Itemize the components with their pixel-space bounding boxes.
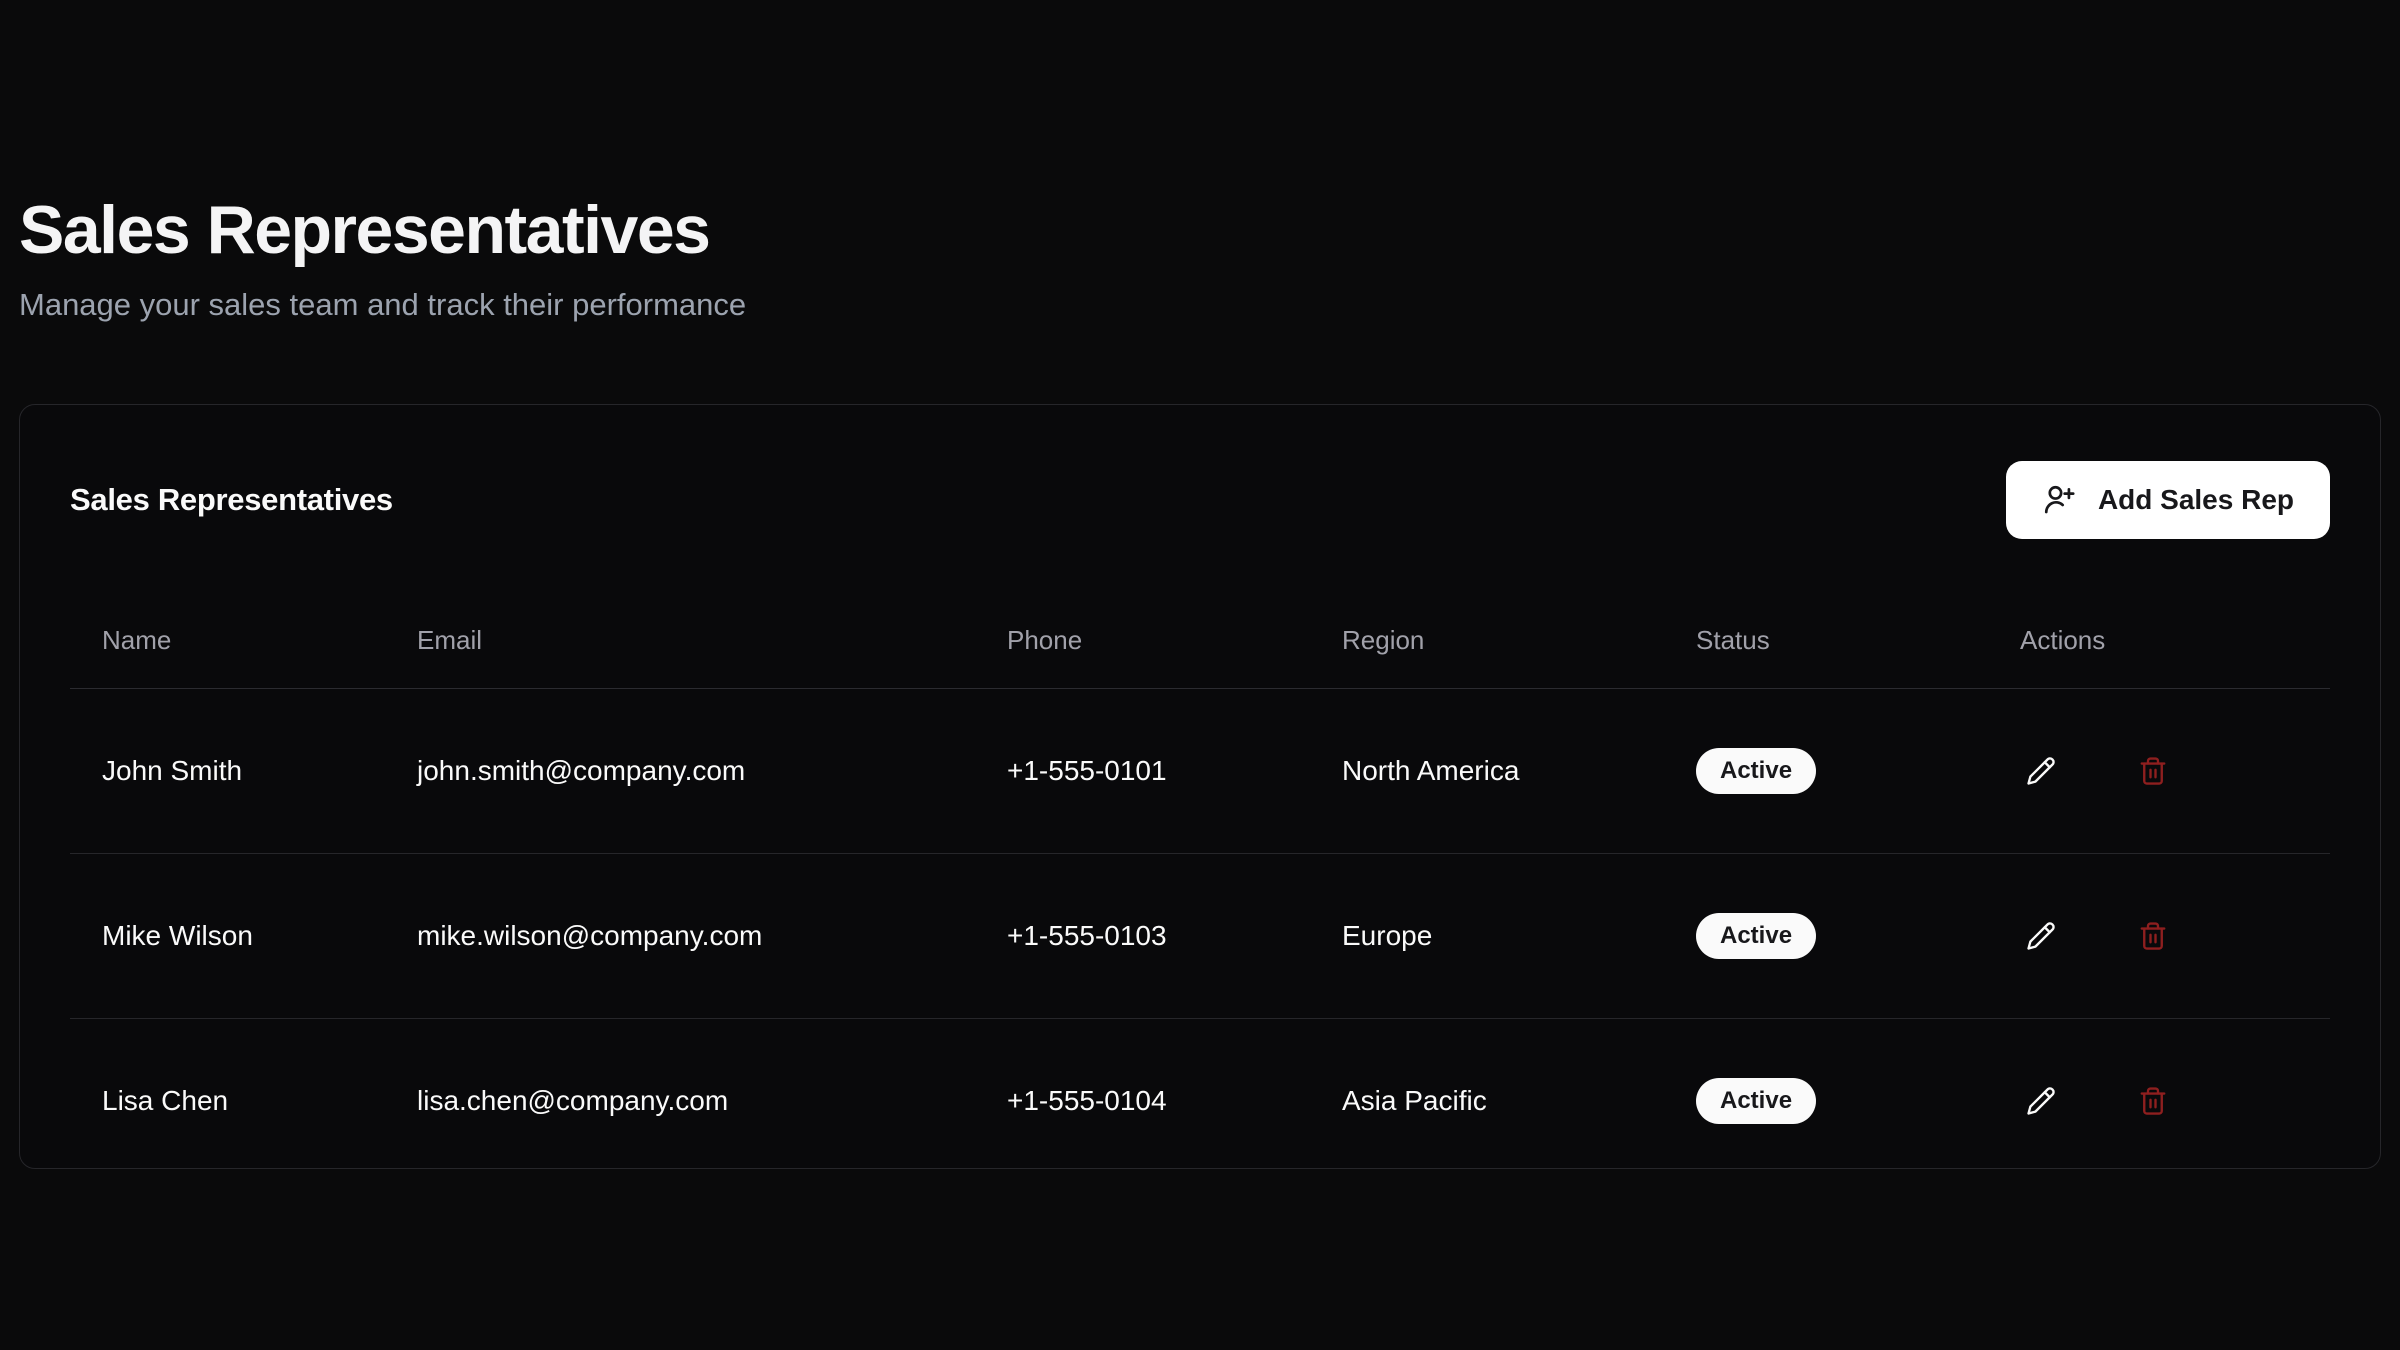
add-button-label: Add Sales Rep [2098,484,2294,516]
table-row: John Smith john.smith@company.com +1-555… [70,689,2330,854]
status-badge: Active [1696,913,1816,959]
column-header-actions: Actions [1988,583,2330,689]
table-header-row: Name Email Phone Region Status Actions [70,583,2330,689]
rep-email: john.smith@company.com [385,689,975,854]
sales-reps-card: Sales Representatives Add Sales Rep [19,404,2381,1169]
page-subtitle: Manage your sales team and track their p… [19,286,2381,325]
rep-region: North America [1310,689,1664,854]
rep-email: lisa.chen@company.com [385,1019,975,1184]
column-header-phone: Phone [975,583,1310,689]
table-row: Mike Wilson mike.wilson@company.com +1-5… [70,854,2330,1019]
rep-phone: +1-555-0104 [975,1019,1310,1184]
edit-button[interactable] [2020,915,2062,957]
row-actions [2020,1080,2298,1122]
row-actions [2020,750,2298,792]
row-actions [2020,915,2298,957]
rep-phone: +1-555-0101 [975,689,1310,854]
rep-name: Mike Wilson [70,854,385,1019]
delete-button[interactable] [2132,750,2174,792]
card-title: Sales Representatives [70,482,393,518]
rep-email: mike.wilson@company.com [385,854,975,1019]
table-row: Lisa Chen lisa.chen@company.com +1-555-0… [70,1019,2330,1184]
delete-button[interactable] [2132,915,2174,957]
pencil-icon [2026,1086,2056,1116]
user-plus-icon [2042,483,2076,517]
pencil-icon [2026,756,2056,786]
column-header-region: Region [1310,583,1664,689]
rep-name: John Smith [70,689,385,854]
column-header-name: Name [70,583,385,689]
add-sales-rep-button[interactable]: Add Sales Rep [2006,461,2330,539]
column-header-status: Status [1664,583,1988,689]
delete-button[interactable] [2132,1080,2174,1122]
edit-button[interactable] [2020,750,2062,792]
trash-icon [2138,1086,2168,1116]
sales-reps-table: Name Email Phone Region Status Actions J… [70,583,2330,1183]
rep-region: Europe [1310,854,1664,1019]
rep-phone: +1-555-0103 [975,854,1310,1019]
trash-icon [2138,921,2168,951]
column-header-email: Email [385,583,975,689]
status-badge: Active [1696,1078,1816,1124]
rep-name: Lisa Chen [70,1019,385,1184]
trash-icon [2138,756,2168,786]
rep-region: Asia Pacific [1310,1019,1664,1184]
status-badge: Active [1696,748,1816,794]
page-container: Sales Representatives Manage your sales … [19,190,2381,1169]
edit-button[interactable] [2020,1080,2062,1122]
page-title: Sales Representatives [19,190,2381,272]
pencil-icon [2026,921,2056,951]
card-header: Sales Representatives Add Sales Rep [70,461,2330,539]
